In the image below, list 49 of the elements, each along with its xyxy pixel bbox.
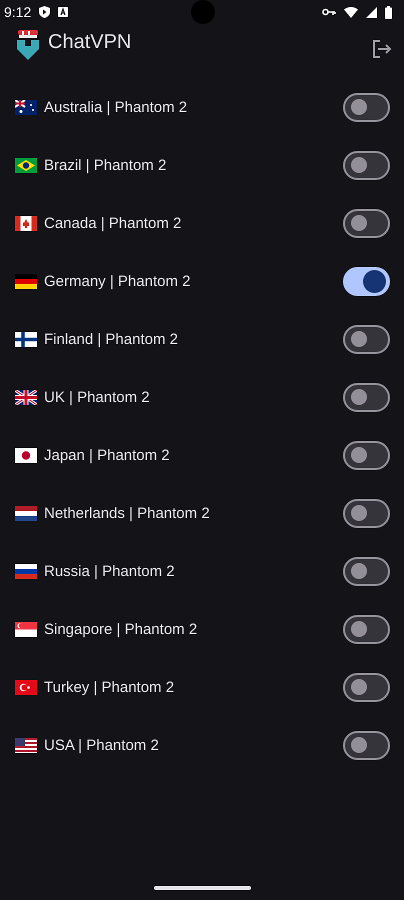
toggle-switch[interactable] <box>343 92 390 122</box>
battery-icon <box>385 6 392 18</box>
vpn-key-icon <box>322 8 336 16</box>
toggle-switch[interactable] <box>343 382 390 412</box>
flag-icon <box>15 738 37 752</box>
toggle-switch[interactable] <box>343 208 390 238</box>
flag-icon <box>15 390 37 404</box>
toggle-switch[interactable] <box>343 614 390 644</box>
server-label: USA | Phantom 2 <box>44 736 160 754</box>
flag-icon <box>15 100 37 114</box>
server-label: Netherlands | Phantom 2 <box>44 504 211 522</box>
toggle-switch[interactable] <box>343 498 390 528</box>
toggle-switch[interactable] <box>343 672 390 702</box>
camera-cutout <box>191 0 215 24</box>
toggle-switch[interactable] <box>343 324 390 354</box>
shield-icon <box>39 6 50 18</box>
server-label: Australia | Phantom 2 <box>44 98 188 116</box>
server-label: Japan | Phantom 2 <box>44 446 171 464</box>
server-label: Germany | Phantom 2 <box>44 272 192 290</box>
flag-icon <box>15 274 37 288</box>
flag-icon <box>15 158 37 172</box>
app-title: ChatVPN <box>48 30 132 54</box>
gesture-handle[interactable] <box>154 886 251 890</box>
app-logo-icon <box>16 30 40 60</box>
server-label: Singapore | Phantom 2 <box>44 620 198 638</box>
wifi-icon <box>344 6 358 18</box>
keyboard-icon <box>58 7 68 17</box>
server-label: Brazil | Phantom 2 <box>44 156 168 174</box>
server-label: UK | Phantom 2 <box>44 388 151 406</box>
logout-icon <box>372 40 392 58</box>
signal-icon <box>366 6 377 18</box>
flag-icon <box>15 448 37 462</box>
toggle-switch[interactable] <box>343 266 390 296</box>
server-label: Finland | Phantom 2 <box>44 330 179 348</box>
flag-icon <box>15 680 37 694</box>
logout-button[interactable] <box>372 40 392 58</box>
server-label: Russia | Phantom 2 <box>44 562 176 580</box>
server-label: Turkey | Phantom 2 <box>44 678 176 696</box>
flag-icon <box>15 216 37 230</box>
flag-icon <box>15 564 37 578</box>
toggle-switch[interactable] <box>343 730 390 760</box>
toggle-switch[interactable] <box>343 556 390 586</box>
server-label: Canada | Phantom 2 <box>44 214 182 232</box>
status-time: 9:12 <box>4 4 32 20</box>
flag-icon <box>15 332 37 346</box>
toggle-switch[interactable] <box>343 440 390 470</box>
flag-icon <box>15 506 37 520</box>
toggle-switch[interactable] <box>343 150 390 180</box>
flag-icon <box>15 622 37 636</box>
